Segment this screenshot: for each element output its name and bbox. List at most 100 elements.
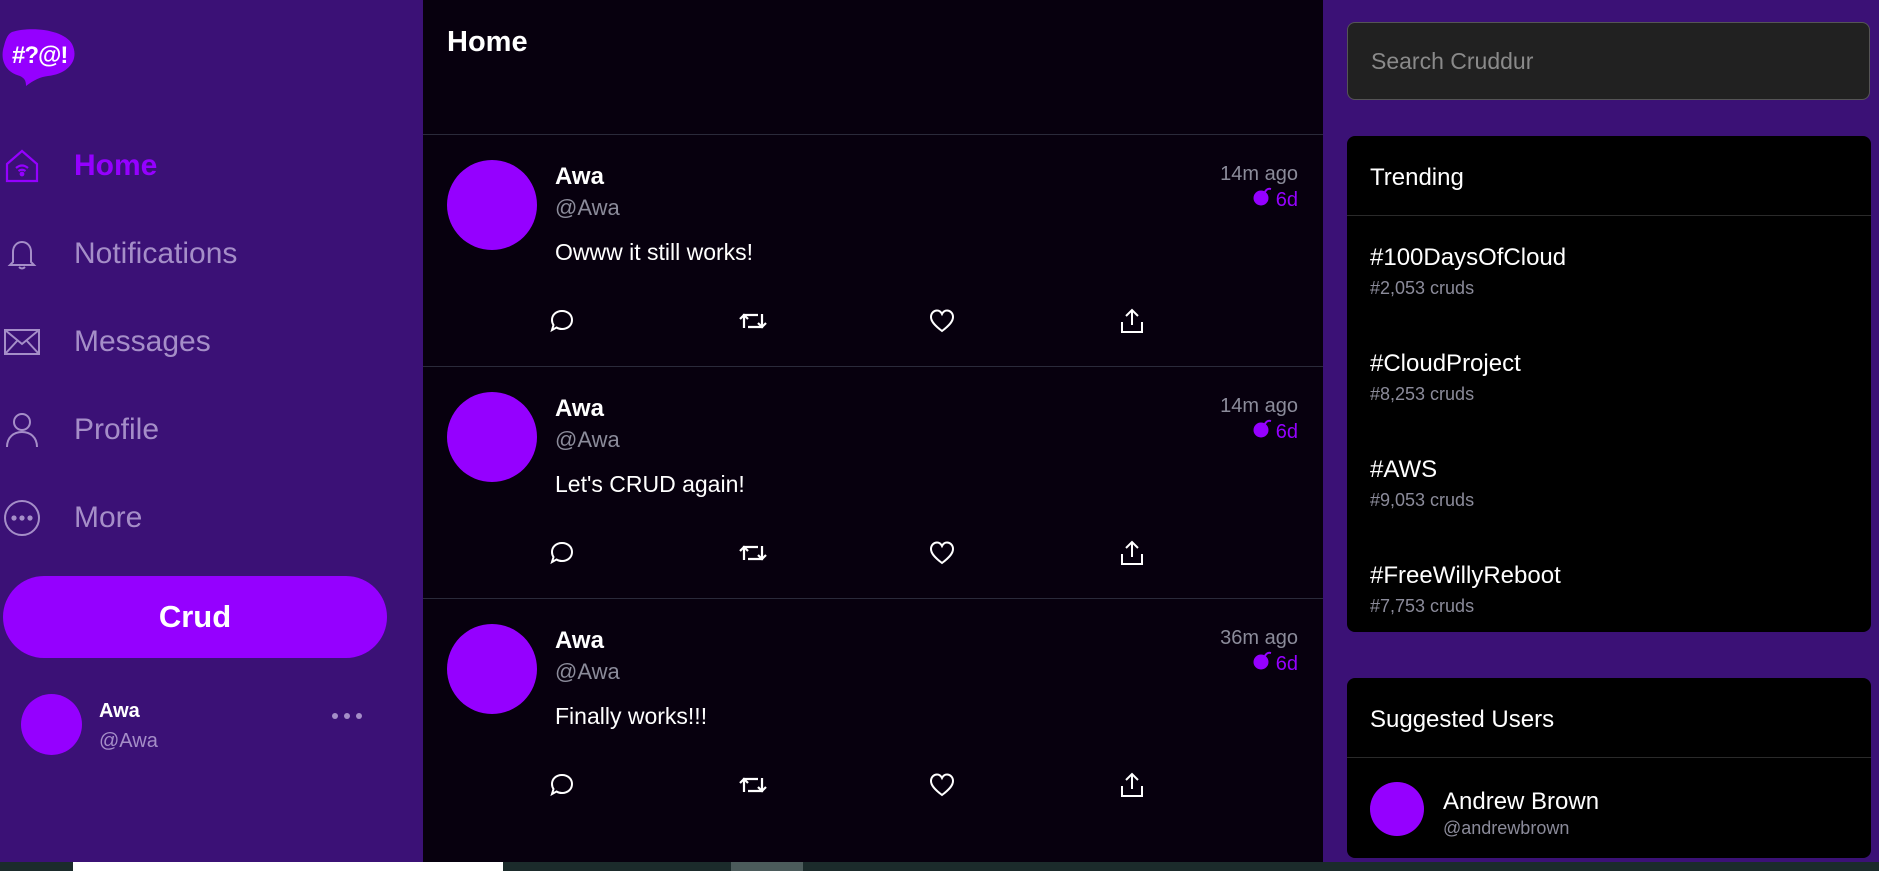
crud-button[interactable]: Crud — [3, 576, 387, 658]
reply-button[interactable] — [548, 769, 738, 805]
trending-count: #8,253 cruds — [1370, 384, 1475, 404]
share-button[interactable] — [1118, 769, 1308, 805]
repost-button[interactable] — [738, 305, 928, 341]
post-author-name: Awa — [555, 163, 604, 190]
home-feed: Home Awa @Awa Owww it still works! 14m a… — [423, 0, 1323, 862]
activity-item[interactable]: Awa @Awa Owww it still works! 14m ago 6d — [423, 135, 1323, 367]
trending-title: Trending — [1347, 136, 1871, 216]
trending-item[interactable]: #100DaysOfCloud #2,053 cruds — [1347, 216, 1871, 322]
post-expiry: 6d — [1252, 651, 1298, 677]
sidebar-item-label: More — [74, 501, 143, 534]
post-message: Finally works!!! — [555, 703, 708, 729]
like-button[interactable] — [928, 537, 1118, 573]
bomb-icon — [1252, 651, 1272, 677]
sidebar-item-messages[interactable]: Messages — [0, 298, 423, 386]
suggested-users-box: Suggested Users Andrew Brown @andrewbrow… — [1347, 678, 1871, 858]
post-author-name: Awa — [555, 395, 604, 422]
share-button[interactable] — [1118, 537, 1308, 573]
page-title: Home — [447, 26, 528, 58]
activity-item[interactable]: Awa @Awa Finally works!!! 36m ago 6d — [423, 599, 1323, 831]
sidebar-item-label: Home — [74, 149, 158, 182]
sidebar-nav: Home Notifications Messages Profile More — [0, 122, 423, 562]
post-time-ago: 14m ago — [1220, 163, 1298, 185]
repost-button[interactable] — [738, 769, 928, 805]
trending-count: #7,753 cruds — [1370, 596, 1475, 616]
post-expiry: 6d — [1252, 187, 1298, 213]
trending-count: #2,053 cruds — [1370, 278, 1475, 298]
post-time-ago: 36m ago — [1220, 627, 1298, 649]
right-column: Trending #100DaysOfCloud #2,053 cruds #C… — [1323, 0, 1879, 862]
taskbar — [0, 862, 1879, 871]
repost-icon — [738, 771, 768, 804]
post-expiry-text: 6d — [1275, 420, 1298, 443]
taskbar-segment — [73, 862, 503, 871]
envelope-icon — [1, 321, 43, 363]
repost-button[interactable] — [738, 537, 928, 573]
sidebar-item-label: Messages — [74, 325, 211, 358]
trending-tag: #100DaysOfCloud — [1370, 244, 1567, 271]
taskbar-segment — [731, 862, 803, 871]
sidebar-item-label: Notifications — [74, 237, 238, 270]
trending-tag: #CloudProject — [1370, 350, 1521, 377]
post-expiry: 6d — [1252, 419, 1298, 445]
post-author-handle: @Awa — [555, 427, 620, 452]
avatar — [1370, 782, 1424, 836]
avatar — [21, 694, 82, 755]
bomb-icon — [1252, 419, 1272, 445]
current-user-name: Awa — [99, 700, 140, 722]
suggested-users-title: Suggested Users — [1347, 678, 1871, 758]
logo-text: #?@! — [12, 42, 68, 69]
post-actions — [548, 769, 1308, 805]
sidebar-item-more[interactable]: More — [0, 474, 423, 562]
sidebar-item-notifications[interactable]: Notifications — [0, 210, 423, 298]
reply-icon — [548, 771, 576, 804]
trending-count: #9,053 cruds — [1370, 490, 1475, 510]
trending-tag: #AWS — [1370, 456, 1438, 483]
search-input[interactable] — [1347, 22, 1870, 100]
more-options-icon[interactable] — [327, 706, 367, 726]
sidebar: #?@! Home Notifications Messages Profile… — [0, 0, 423, 862]
share-icon — [1118, 307, 1146, 340]
post-expiry-text: 6d — [1275, 652, 1298, 675]
sidebar-item-home[interactable]: Home — [0, 122, 423, 210]
activity-item[interactable]: Awa @Awa Let's CRUD again! 14m ago 6d — [423, 367, 1323, 599]
reply-button[interactable] — [548, 537, 738, 573]
avatar — [447, 624, 537, 714]
user-icon — [1, 409, 43, 451]
suggested-user-name: Andrew Brown — [1443, 788, 1600, 815]
trending-item[interactable]: #FreeWillyReboot #7,753 cruds — [1347, 534, 1871, 632]
post-expiry-text: 6d — [1275, 188, 1298, 211]
trending-item[interactable]: #AWS #9,053 cruds — [1347, 428, 1871, 534]
current-user-profile[interactable]: Awa @Awa — [21, 694, 401, 756]
repost-icon — [738, 539, 768, 572]
share-icon — [1118, 771, 1146, 804]
feed-header: Home — [423, 0, 1323, 135]
sidebar-item-profile[interactable]: Profile — [0, 386, 423, 474]
more-circle-icon — [1, 497, 43, 539]
avatar — [447, 392, 537, 482]
trending-tag: #FreeWillyReboot — [1370, 562, 1561, 589]
reply-button[interactable] — [548, 305, 738, 341]
home-icon — [1, 145, 43, 187]
post-author-name: Awa — [555, 627, 604, 654]
heart-icon — [928, 307, 956, 340]
cruddur-logo[interactable]: #?@! — [2, 28, 76, 86]
heart-icon — [928, 539, 956, 572]
share-icon — [1118, 539, 1146, 572]
trending-item[interactable]: #CloudProject #8,253 cruds — [1347, 322, 1871, 428]
sidebar-item-label: Profile — [74, 413, 160, 446]
reply-icon — [548, 307, 576, 340]
post-message: Let's CRUD again! — [555, 471, 745, 497]
bomb-icon — [1252, 187, 1272, 213]
suggested-user-handle: @andrewbrown — [1443, 818, 1570, 838]
suggested-user[interactable]: Andrew Brown @andrewbrown — [1347, 758, 1871, 858]
like-button[interactable] — [928, 769, 1118, 805]
share-button[interactable] — [1118, 305, 1308, 341]
trending-box: Trending #100DaysOfCloud #2,053 cruds #C… — [1347, 136, 1871, 632]
post-actions — [548, 537, 1308, 573]
heart-icon — [928, 771, 956, 804]
reply-icon — [548, 539, 576, 572]
like-button[interactable] — [928, 305, 1118, 341]
post-message: Owww it still works! — [555, 239, 754, 265]
post-author-handle: @Awa — [555, 195, 620, 220]
